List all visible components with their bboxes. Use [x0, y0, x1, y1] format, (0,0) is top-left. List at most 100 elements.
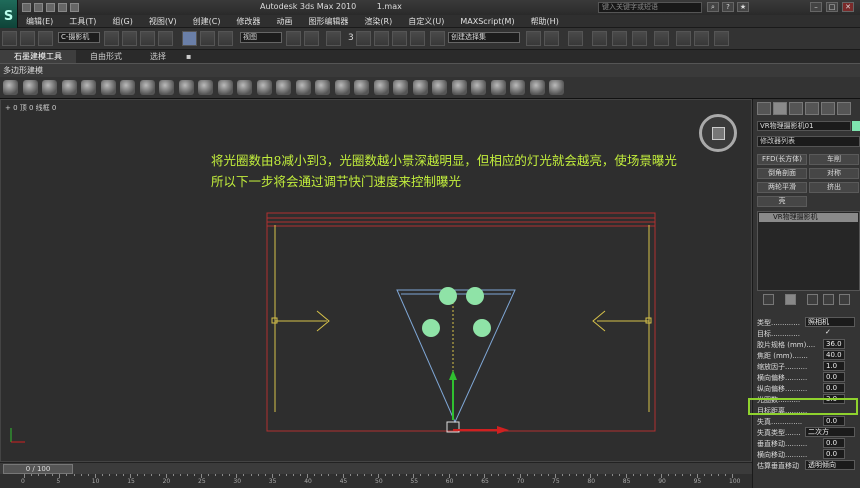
- hierarchy-tab-icon[interactable]: [789, 102, 803, 115]
- align-icon[interactable]: [544, 31, 559, 46]
- menu-item[interactable]: 渲染(R): [356, 16, 400, 27]
- render-setup-icon[interactable]: [654, 31, 669, 46]
- modeling-tool-icon[interactable]: [315, 80, 330, 95]
- menu-item[interactable]: 视图(V): [141, 16, 185, 27]
- modeling-tool-icon[interactable]: [471, 80, 486, 95]
- new-file-icon[interactable]: [22, 3, 31, 12]
- stack-item-camera[interactable]: VR物理摄影机: [759, 213, 858, 222]
- modeling-tool-icon[interactable]: [530, 80, 545, 95]
- curve-editor-icon[interactable]: [592, 31, 607, 46]
- modeling-tool-icon[interactable]: [335, 80, 350, 95]
- snap-toggle-icon[interactable]: [356, 31, 371, 46]
- param-value[interactable]: 0.0: [823, 383, 845, 393]
- ribbon-tab[interactable]: 自由形式: [76, 50, 136, 63]
- modeling-tool-icon[interactable]: [218, 80, 233, 95]
- redo-icon[interactable]: [70, 3, 79, 12]
- modeling-tool-icon[interactable]: [101, 80, 116, 95]
- modeling-tool-icon[interactable]: [237, 80, 252, 95]
- select-move-icon[interactable]: [182, 31, 197, 46]
- create-tab-icon[interactable]: [757, 102, 771, 115]
- modeling-tool-icon[interactable]: [510, 80, 525, 95]
- keyboard-shortcut-icon[interactable]: [326, 31, 341, 46]
- edit-named-selection-icon[interactable]: [430, 31, 445, 46]
- modeling-tool-icon[interactable]: [276, 80, 291, 95]
- render-production-icon[interactable]: [694, 31, 709, 46]
- percent-snap-icon[interactable]: [392, 31, 407, 46]
- modeling-tool-icon[interactable]: [413, 80, 428, 95]
- modeling-tool-icon[interactable]: [452, 80, 467, 95]
- modeling-tool-icon[interactable]: [491, 80, 506, 95]
- menu-item[interactable]: 帮助(H): [523, 16, 567, 27]
- param-value[interactable]: 0.0: [823, 372, 845, 382]
- modeling-tool-icon[interactable]: [198, 80, 213, 95]
- modifier-button-turbosmooth[interactable]: 两轮平滑: [757, 182, 807, 193]
- modeling-tool-icon[interactable]: [3, 80, 18, 95]
- modeling-tool-icon[interactable]: [296, 80, 311, 95]
- rendered-frame-icon[interactable]: [676, 31, 691, 46]
- object-color-swatch[interactable]: [852, 121, 860, 131]
- modeling-tool-icon[interactable]: [62, 80, 77, 95]
- reference-coord-dropdown[interactable]: 视图: [240, 32, 282, 43]
- menu-item[interactable]: 动画: [268, 16, 300, 27]
- undo-icon[interactable]: [58, 3, 67, 12]
- help-icon[interactable]: ?: [722, 2, 734, 12]
- modify-tab-icon[interactable]: [773, 102, 787, 115]
- timeline-ruler[interactable]: 0 5 10 15 20 25 30 35 40 45 50 55 60 65 70 75 80 85 90 95 10…: [0, 474, 752, 488]
- save-file-icon[interactable]: [46, 3, 55, 12]
- pin-stack-icon[interactable]: [763, 294, 774, 305]
- remove-modifier-icon[interactable]: [823, 294, 834, 305]
- modifier-button-symmetry[interactable]: 对称: [809, 168, 859, 179]
- modeling-tool-icon[interactable]: [374, 80, 389, 95]
- modeling-tool-icon[interactable]: [23, 80, 38, 95]
- modeling-tool-icon[interactable]: [354, 80, 369, 95]
- modeling-tool-icon[interactable]: [432, 80, 447, 95]
- modeling-tool-icon[interactable]: [257, 80, 272, 95]
- modeling-tool-icon[interactable]: [393, 80, 408, 95]
- object-name-field[interactable]: VR物理摄影机01: [757, 121, 851, 131]
- modeling-tool-icon[interactable]: [42, 80, 57, 95]
- param-value[interactable]: 1.0: [823, 361, 845, 371]
- modifier-button-lathe[interactable]: 车削: [809, 154, 859, 165]
- modifier-button-ffd[interactable]: FFD(长方体): [757, 154, 807, 165]
- modeling-tool-icon[interactable]: [140, 80, 155, 95]
- menu-item[interactable]: 自定义(U): [400, 16, 452, 27]
- select-by-name-icon[interactable]: [122, 31, 137, 46]
- modeling-tool-icon[interactable]: [81, 80, 96, 95]
- menu-item[interactable]: 组(G): [104, 16, 140, 27]
- ribbon-options-icon[interactable]: ▪: [180, 52, 197, 61]
- make-unique-icon[interactable]: [807, 294, 818, 305]
- menu-item[interactable]: 修改器: [228, 16, 268, 27]
- menu-item[interactable]: 工具(T): [61, 16, 104, 27]
- bind-spacewarp-icon[interactable]: [38, 31, 53, 46]
- named-selection-dropdown[interactable]: 创建选择集: [448, 32, 520, 43]
- modifier-button-extrude[interactable]: 挤出: [809, 182, 859, 193]
- param-value[interactable]: 0.0: [823, 438, 845, 448]
- top-viewport[interactable]: + 0 顶 0 线框 0 将光圈数由8减小到3，光圈数越小景深越明显，但相应的灯…: [0, 99, 752, 462]
- selection-filter-dropdown[interactable]: C-摄影机: [58, 32, 100, 43]
- show-end-result-icon[interactable]: [785, 294, 796, 305]
- modeling-tool-icon[interactable]: [120, 80, 135, 95]
- schematic-view-icon[interactable]: [612, 31, 627, 46]
- mirror-icon[interactable]: [526, 31, 541, 46]
- param-value[interactable]: ✓: [823, 328, 845, 338]
- window-crossing-icon[interactable]: [158, 31, 173, 46]
- display-tab-icon[interactable]: [821, 102, 835, 115]
- configure-sets-icon[interactable]: [839, 294, 850, 305]
- menu-item[interactable]: 图形编辑器: [300, 16, 356, 27]
- snap-toggle-label[interactable]: 3: [348, 33, 354, 43]
- modifier-list-dropdown[interactable]: 修改器列表: [757, 136, 860, 147]
- minimize-icon[interactable]: –: [810, 2, 822, 12]
- pivot-center-icon[interactable]: [286, 31, 301, 46]
- link-icon[interactable]: [2, 31, 17, 46]
- param-value[interactable]: 0.0: [823, 416, 845, 426]
- select-manipulate-icon[interactable]: [304, 31, 319, 46]
- param-value[interactable]: 36.0: [823, 339, 845, 349]
- time-slider[interactable]: 0 / 100: [3, 464, 73, 474]
- ribbon-subpanel[interactable]: 多边形建模: [0, 63, 860, 77]
- spinner-snap-icon[interactable]: [410, 31, 425, 46]
- material-editor-icon[interactable]: [632, 31, 647, 46]
- unlink-icon[interactable]: [20, 31, 35, 46]
- menu-item[interactable]: MAXScript(M): [452, 17, 522, 26]
- modeling-tool-icon[interactable]: [549, 80, 564, 95]
- search-input[interactable]: 键入关键字或短语: [598, 2, 702, 13]
